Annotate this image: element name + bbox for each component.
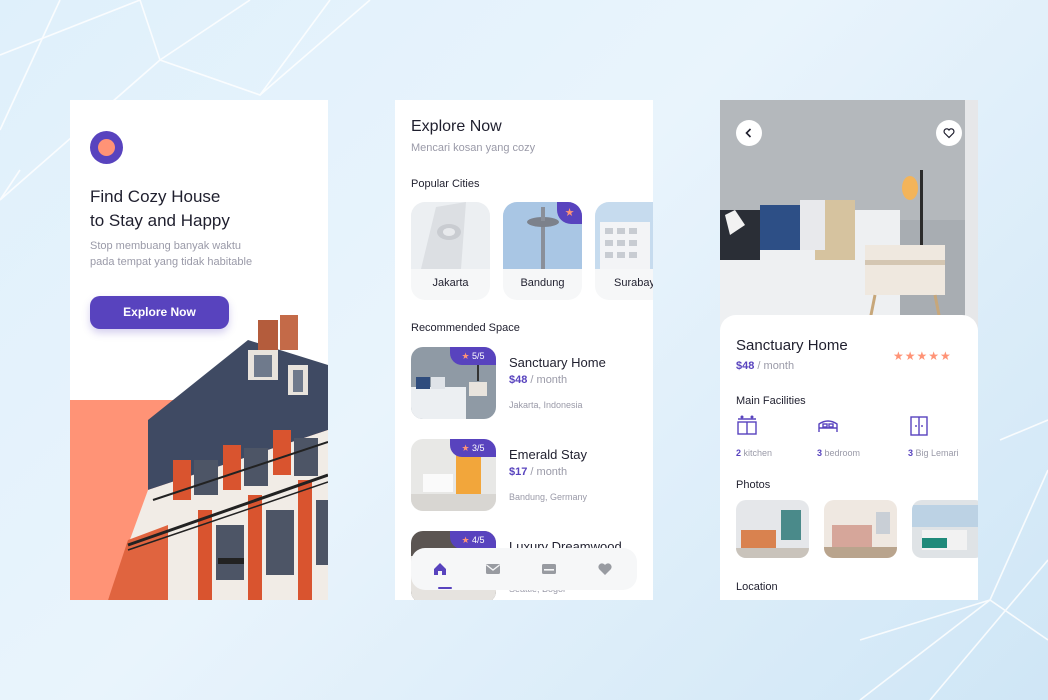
heart-icon[interactable] <box>595 559 615 579</box>
city-photo <box>411 202 490 269</box>
active-indicator <box>438 587 452 589</box>
space-price: $48 / month <box>509 374 567 386</box>
logo <box>90 131 123 164</box>
space-location: Bandung, Germany <box>509 492 588 502</box>
page-subtitle: Mencari kosan yang cozy <box>411 142 536 154</box>
space-name: Sanctuary Home <box>509 355 606 370</box>
recommended-item[interactable]: ★ 3/5 Emerald Stay $17 / month Bandung, … <box>411 439 641 511</box>
city-card-jakarta[interactable]: Jakarta <box>411 202 490 300</box>
recommended-item[interactable]: ★ 5/5 Sanctuary Home $48 / month Jakarta… <box>411 347 641 419</box>
price-period: / month <box>527 466 568 478</box>
room-photo[interactable] <box>912 500 978 558</box>
bed-icon <box>818 420 838 432</box>
bottom-navigation <box>411 548 637 590</box>
space-name: Emerald Stay <box>509 447 588 462</box>
space-price: $17 / month <box>509 466 567 478</box>
popular-cities-heading: Popular Cities <box>411 178 480 190</box>
favorite-button[interactable] <box>936 120 962 146</box>
rating-badge: ★ 3/5 <box>450 439 496 457</box>
rating-text: 5/5 <box>472 351 485 361</box>
price-value: $48 <box>736 360 755 372</box>
city-name: Jakarta <box>432 277 469 289</box>
home-icon[interactable] <box>430 559 450 579</box>
onboarding-title: Find Cozy House to Stay and Happy <box>90 185 310 233</box>
city-card-bandung[interactable]: ★ Bandung <box>503 202 582 300</box>
city-name: Bandung <box>520 277 565 289</box>
building-image <box>108 315 328 600</box>
facilities-heading: Main Facilities <box>736 395 806 407</box>
star-icon: ★ <box>461 535 470 545</box>
star-icon: ★ <box>461 443 470 453</box>
city-photo <box>595 202 653 269</box>
rating-badge: ★ 4/5 <box>450 531 496 549</box>
page-title: Explore Now <box>411 118 502 135</box>
facility-wardrobe: 3 Big Lemari <box>908 415 959 458</box>
explore-screen: Explore Now Mencari kosan yang cozy Popu… <box>395 100 653 600</box>
city-name: Surabay <box>614 277 653 289</box>
title-line-2: to Stay and Happy <box>90 211 230 230</box>
subtitle-line-2: pada tempat yang tidak habitable <box>90 256 253 268</box>
rating-stars: ★★★★★ <box>893 349 952 363</box>
facility-label: kitchen <box>741 448 773 458</box>
price-value: $48 <box>509 374 528 386</box>
location-heading: Location <box>736 581 778 593</box>
space-location: Jakarta, Indonesia <box>509 400 583 410</box>
room-photo[interactable] <box>736 500 809 558</box>
facility-label: Big Lemari <box>913 448 959 458</box>
detail-screen: Sanctuary Home $48 / month ★★★★★ Main Fa… <box>720 100 978 600</box>
space-name: Sanctuary Home <box>736 337 848 354</box>
rating-text: 4/5 <box>472 535 485 545</box>
city-card-surabaya[interactable]: Surabay <box>595 202 653 300</box>
space-photo: ★ 5/5 <box>411 347 496 419</box>
back-button[interactable] <box>736 120 762 146</box>
facility-bedroom: 3 bedroom <box>817 415 860 458</box>
detail-sheet: Sanctuary Home $48 / month ★★★★★ Main Fa… <box>720 315 978 600</box>
price-value: $17 <box>509 466 528 478</box>
recommended-heading: Recommended Space <box>411 322 520 334</box>
rating-text: 3/5 <box>472 443 485 453</box>
subtitle-line-1: Stop membuang banyak waktu <box>90 240 242 252</box>
card-icon[interactable] <box>539 559 559 579</box>
facility-kitchen: 2 kitchen <box>736 415 772 458</box>
photos-heading: Photos <box>736 479 771 491</box>
chevron-left-icon <box>745 128 752 138</box>
rating-badge: ★ 5/5 <box>450 347 496 365</box>
room-photo[interactable] <box>824 500 897 558</box>
space-price: $48 / month <box>736 360 794 372</box>
heart-outline-icon <box>943 128 955 139</box>
wardrobe-icon <box>910 416 928 436</box>
space-photo: ★ 3/5 <box>411 439 496 511</box>
star-icon: ★ <box>461 351 470 361</box>
facility-label: bedroom <box>822 448 861 458</box>
onboarding-screen: Find Cozy House to Stay and Happy Stop m… <box>70 100 328 600</box>
mail-icon[interactable] <box>483 559 503 579</box>
price-period: / month <box>754 360 795 372</box>
kitchen-icon <box>737 415 757 435</box>
price-period: / month <box>527 374 568 386</box>
title-line-1: Find Cozy House <box>90 187 221 206</box>
onboarding-subtitle: Stop membuang banyak waktu pada tempat y… <box>90 238 310 270</box>
